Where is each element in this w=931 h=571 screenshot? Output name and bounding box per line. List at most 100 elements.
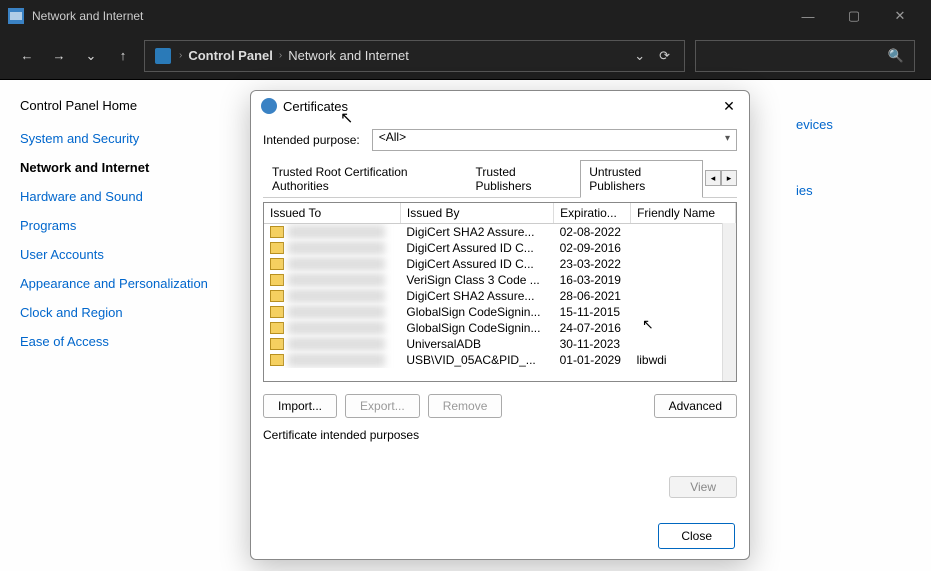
cell-issued-to: redacted text here: [288, 353, 385, 367]
breadcrumb-sep: ›: [179, 50, 182, 61]
cell-friendly: [631, 336, 736, 352]
table-row[interactable]: redacted text here DigiCert SHA2 Assure..…: [264, 224, 736, 241]
close-button[interactable]: Close: [658, 523, 735, 549]
cert-icon: [270, 354, 284, 366]
forward-button[interactable]: →: [48, 45, 70, 67]
cell-friendly: [631, 288, 736, 304]
cell-friendly: libwdi: [631, 352, 736, 368]
address-dropdown-icon[interactable]: ⌄: [634, 48, 645, 64]
sidebar-home[interactable]: Control Panel Home: [20, 98, 210, 113]
purposes-label: Certificate intended purposes: [263, 428, 737, 442]
table-row[interactable]: redacted text here DigiCert Assured ID C.…: [264, 256, 736, 272]
tab-scroll-left[interactable]: ◂: [705, 170, 721, 186]
cell-issued-by: VeriSign Class 3 Code ...: [400, 272, 553, 288]
cell-issued-by: GlobalSign CodeSignin...: [400, 320, 553, 336]
breadcrumb-root[interactable]: Control Panel: [188, 48, 273, 63]
table-row[interactable]: redacted text hereUniversalADB30-11-2023: [264, 336, 736, 352]
cert-icon: [270, 306, 284, 318]
cell-expiration: 02-08-2022: [554, 224, 631, 241]
purpose-select[interactable]: <All>: [372, 129, 737, 151]
sidebar-item-ease[interactable]: Ease of Access: [20, 334, 210, 349]
cell-issued-by: DigiCert SHA2 Assure...: [400, 224, 553, 241]
cell-expiration: 16-03-2019: [554, 272, 631, 288]
table-row[interactable]: redacted text hereDigiCert SHA2 Assure..…: [264, 288, 736, 304]
breadcrumb-sep: ›: [279, 50, 282, 61]
cell-issued-by: DigiCert Assured ID C...: [400, 240, 553, 256]
col-issued-by[interactable]: Issued By: [400, 203, 553, 224]
sidebar-item-hardware[interactable]: Hardware and Sound: [20, 189, 210, 204]
tabs-row: Trusted Root Certification Authorities T…: [263, 159, 737, 198]
col-friendly[interactable]: Friendly Name: [631, 203, 736, 224]
col-expiration[interactable]: Expiratio...: [554, 203, 631, 224]
cell-issued-by: DigiCert SHA2 Assure...: [400, 288, 553, 304]
address-icon: [155, 48, 171, 64]
tab-scroll-right[interactable]: ▸: [721, 170, 737, 186]
table-row[interactable]: redacted text here VeriSign Class 3 Code …: [264, 272, 736, 288]
sidebar-item-users[interactable]: User Accounts: [20, 247, 210, 262]
table-row[interactable]: redacted text here USB\VID_05AC&PID_...01…: [264, 352, 736, 368]
cell-issued-to: redacted text here: [288, 305, 385, 319]
cert-icon: [270, 338, 284, 350]
recent-dropdown[interactable]: ⌄: [80, 45, 102, 67]
cell-friendly: [631, 240, 736, 256]
cert-icon: [270, 322, 284, 334]
cert-icon: [270, 290, 284, 302]
table-scrollbar[interactable]: [722, 223, 736, 381]
dialog-title: Certificates: [283, 99, 719, 114]
maximize-button[interactable]: ▢: [831, 0, 877, 32]
minimize-button[interactable]: —: [785, 0, 831, 32]
sidebar-item-appearance[interactable]: Appearance and Personalization: [20, 276, 210, 291]
col-issued-to[interactable]: Issued To: [264, 203, 400, 224]
sidebar-item-network[interactable]: Network and Internet: [20, 160, 210, 175]
import-button[interactable]: Import...: [263, 394, 337, 418]
cert-icon: [270, 258, 284, 270]
dialog-close-button[interactable]: ✕: [719, 96, 739, 116]
cell-friendly: [631, 272, 736, 288]
advanced-button[interactable]: Advanced: [654, 394, 737, 418]
up-button[interactable]: ↑: [112, 45, 134, 67]
refresh-button[interactable]: ⟳: [659, 48, 670, 64]
table-row[interactable]: redacted text here GlobalSign CodeSignin.…: [264, 320, 736, 336]
cell-issued-by: GlobalSign CodeSignin...: [400, 304, 553, 320]
partial-link-ies[interactable]: ies: [796, 183, 813, 198]
cell-expiration: 24-07-2016: [554, 320, 631, 336]
export-button[interactable]: Export...: [345, 394, 420, 418]
cell-issued-to: redacted text here: [288, 241, 385, 255]
cell-expiration: 28-06-2021: [554, 288, 631, 304]
address-bar[interactable]: › Control Panel › Network and Internet ⌄…: [144, 40, 685, 72]
sidebar-item-system[interactable]: System and Security: [20, 131, 210, 146]
breadcrumb-current[interactable]: Network and Internet: [288, 48, 409, 63]
view-button[interactable]: View: [669, 476, 737, 498]
certificates-dialog: Certificates ✕ Intended purpose: <All> T…: [250, 90, 750, 560]
cell-issued-by: UniversalADB: [400, 336, 553, 352]
close-window-button[interactable]: ✕: [877, 0, 923, 32]
back-button[interactable]: ←: [16, 45, 38, 67]
cell-issued-by: USB\VID_05AC&PID_...: [400, 352, 553, 368]
cert-icon: [270, 242, 284, 254]
table-row[interactable]: redacted text here DigiCert Assured ID C.…: [264, 240, 736, 256]
sidebar-item-clock[interactable]: Clock and Region: [20, 305, 210, 320]
cell-expiration: 23-03-2022: [554, 256, 631, 272]
cell-issued-to: redacted text here: [288, 321, 385, 335]
sidebar-item-programs[interactable]: Programs: [20, 218, 210, 233]
cell-expiration: 15-11-2015: [554, 304, 631, 320]
cell-expiration: 02-09-2016: [554, 240, 631, 256]
cell-issued-to: redacted text here: [288, 257, 385, 271]
cell-friendly: [631, 304, 736, 320]
app-icon: [8, 8, 24, 24]
cell-issued-to: redacted text here: [288, 225, 385, 239]
purpose-label: Intended purpose:: [263, 133, 360, 147]
partial-link-devices[interactable]: evices: [796, 117, 833, 132]
remove-button[interactable]: Remove: [428, 394, 503, 418]
tab-trusted-publishers[interactable]: Trusted Publishers: [466, 160, 578, 197]
table-row[interactable]: redacted text here GlobalSign CodeSignin.…: [264, 304, 736, 320]
tab-untrusted-publishers[interactable]: Untrusted Publishers: [580, 160, 703, 198]
dialog-buttons: Import... Export... Remove Advanced: [263, 394, 737, 418]
cell-expiration: 01-01-2029: [554, 352, 631, 368]
cell-issued-to: redacted text here: [288, 273, 385, 287]
cell-friendly: [631, 320, 736, 336]
tab-trusted-root[interactable]: Trusted Root Certification Authorities: [263, 160, 464, 197]
search-input[interactable]: 🔍: [695, 40, 915, 72]
cell-issued-to: redacted text here: [288, 337, 385, 351]
cell-issued-by: DigiCert Assured ID C...: [400, 256, 553, 272]
